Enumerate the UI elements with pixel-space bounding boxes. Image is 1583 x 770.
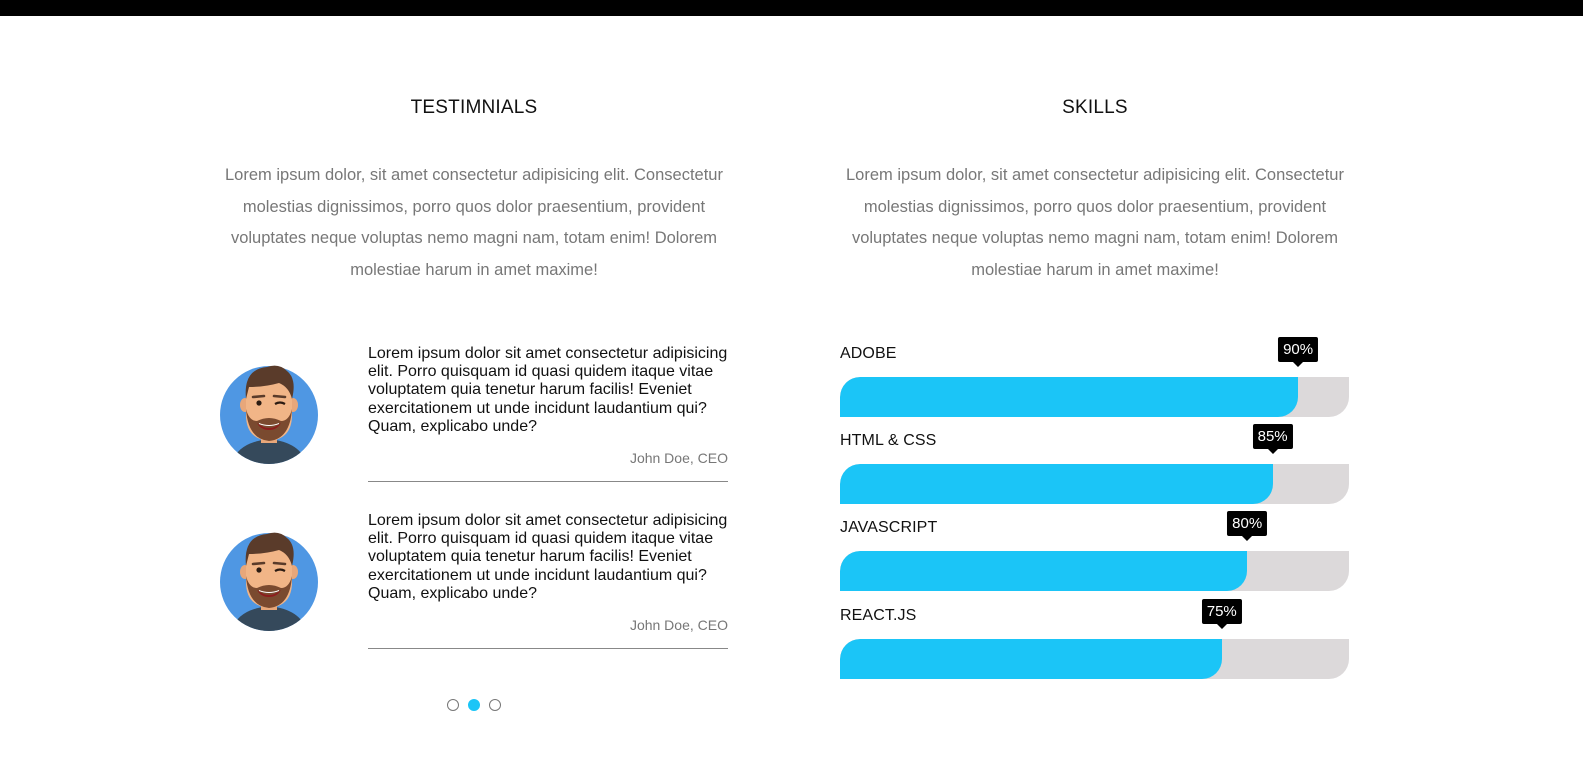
testimonials-description: Lorem ipsum dolor, sit amet consectetur … xyxy=(225,166,723,280)
testimonial-card: Lorem ipsum dolor sit amet consectetur a… xyxy=(219,345,729,485)
testimonial-author: John Doe, CEO xyxy=(629,617,728,633)
pager-dot[interactable] xyxy=(447,699,459,711)
bearded-man-avatar-icon xyxy=(220,365,318,464)
skill-progress-fill xyxy=(840,551,1248,591)
skills-title: SKILLS xyxy=(1062,97,1128,118)
skill-item: JAVASCRIPT 80% xyxy=(840,511,1350,599)
testimonial-pager xyxy=(219,699,729,711)
skill-name: JAVASCRIPT xyxy=(840,519,938,536)
skill-progress-track xyxy=(840,464,1349,504)
skills-description: Lorem ipsum dolor, sit amet consectetur … xyxy=(846,166,1344,280)
testimonial-quote: Lorem ipsum dolor sit amet consectetur a… xyxy=(368,512,728,602)
skill-item: ADOBE 90% xyxy=(840,337,1350,425)
skill-progress-fill xyxy=(840,639,1222,679)
skill-percent-badge: 75% xyxy=(1201,599,1242,629)
testimonial-card: Lorem ipsum dolor sit amet consectetur a… xyxy=(219,512,729,652)
skill-progress-track xyxy=(840,551,1349,591)
skill-name: REACT.JS xyxy=(840,607,917,624)
bearded-man-avatar-icon xyxy=(220,532,318,631)
skill-item: REACT.JS 75% xyxy=(840,599,1350,687)
skill-percent-badge: 80% xyxy=(1227,511,1268,541)
skill-percent-badge: 90% xyxy=(1278,337,1319,367)
pager-dot[interactable] xyxy=(489,699,501,711)
skill-progress-track xyxy=(840,639,1349,679)
testimonial-quote: Lorem ipsum dolor sit amet consectetur a… xyxy=(368,345,728,435)
testimonials-title: TESTIMNIALS xyxy=(410,97,538,118)
testimonial-author: John Doe, CEO xyxy=(629,450,728,466)
testimonial-divider xyxy=(368,648,728,649)
skill-progress-track xyxy=(840,377,1349,417)
skill-percent-badge: 85% xyxy=(1252,424,1293,454)
skill-item: HTML & CSS 85% xyxy=(840,424,1350,512)
skill-name: ADOBE xyxy=(840,345,897,362)
top-bar xyxy=(0,0,1583,16)
skill-name: HTML & CSS xyxy=(840,432,937,449)
pager-dot-active[interactable] xyxy=(468,699,480,711)
skill-progress-fill xyxy=(840,464,1273,504)
skill-progress-fill xyxy=(840,377,1299,417)
testimonial-divider xyxy=(368,481,728,482)
